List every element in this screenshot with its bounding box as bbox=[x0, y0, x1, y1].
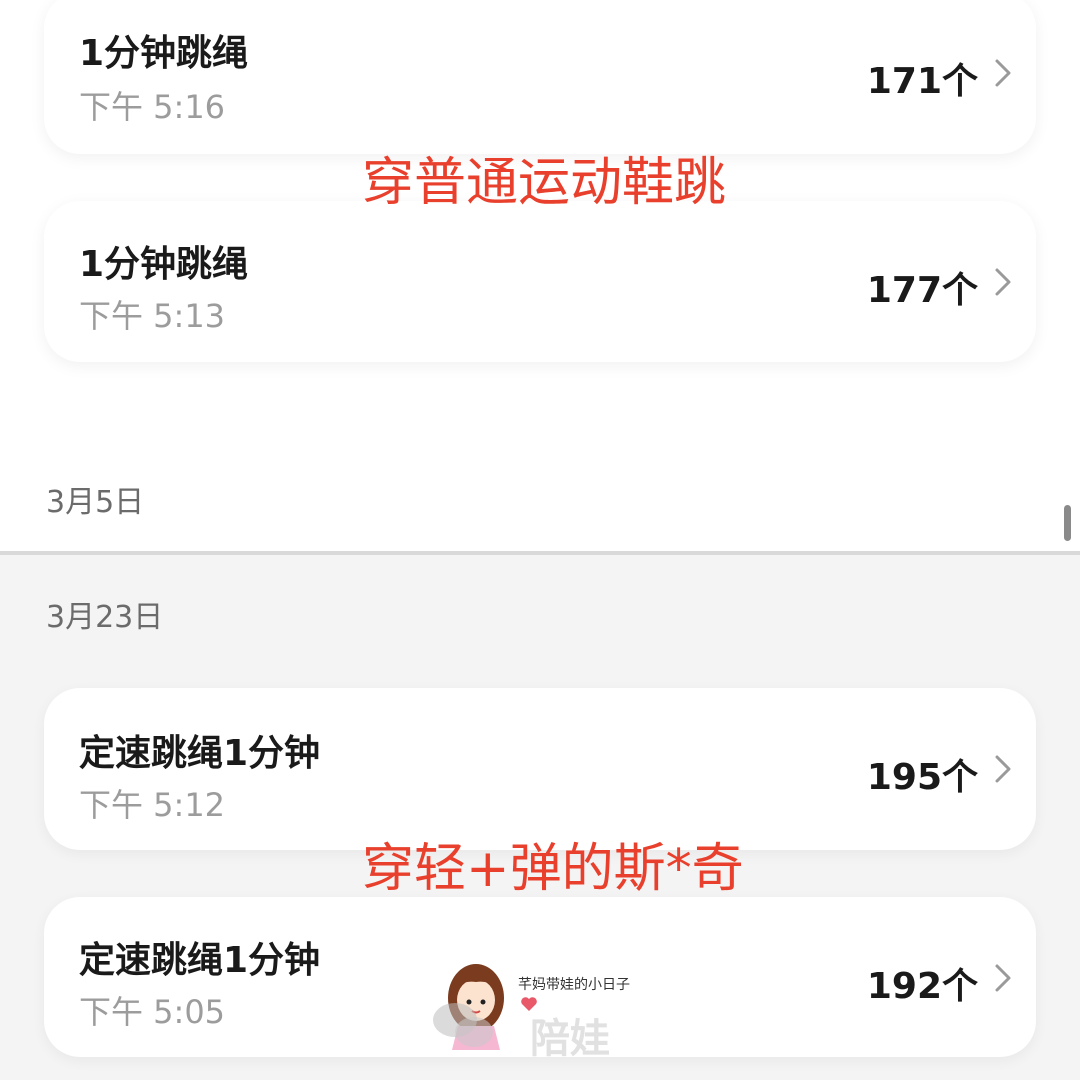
panel-divider bbox=[0, 551, 1080, 555]
chevron-right-icon bbox=[995, 59, 1011, 87]
annotation-bottom: 穿轻+弹的斯*奇 bbox=[362, 839, 744, 899]
record-time: 下午 5:05 bbox=[79, 993, 226, 1031]
record-title: 1分钟跳绳 bbox=[79, 33, 249, 74]
scrollbar-thumb[interactable] bbox=[1064, 505, 1071, 541]
chevron-right-icon bbox=[995, 964, 1011, 992]
date-header: 3月5日 bbox=[46, 485, 145, 520]
record-card[interactable]: 1分钟跳绳 下午 5:13 177个 bbox=[44, 201, 1036, 362]
record-time: 下午 5:16 bbox=[79, 88, 226, 126]
screenshot-panel-top: 1分钟跳绳 下午 5:16 171个 1分钟跳绳 下午 5:13 177个 3月… bbox=[0, 0, 1080, 553]
screenshot-panel-bottom: 3月23日 定速跳绳1分钟 下午 5:12 195个 定速跳绳1分钟 下午 5:… bbox=[0, 556, 1080, 1080]
record-time: 下午 5:13 bbox=[79, 297, 226, 335]
record-count: 195个 bbox=[866, 757, 978, 798]
annotation-top: 穿普通运动鞋跳 bbox=[362, 153, 727, 213]
record-count: 192个 bbox=[866, 966, 978, 1007]
record-time: 下午 5:12 bbox=[79, 786, 226, 824]
wechat-logo-icon bbox=[433, 1003, 493, 1047]
date-header: 3月23日 bbox=[46, 600, 164, 635]
chevron-right-icon bbox=[995, 755, 1011, 783]
record-count: 171个 bbox=[866, 61, 978, 102]
chevron-right-icon bbox=[995, 268, 1011, 296]
record-title: 1分钟跳绳 bbox=[79, 244, 249, 285]
record-count: 177个 bbox=[866, 270, 978, 311]
record-title: 定速跳绳1分钟 bbox=[79, 733, 321, 774]
record-card[interactable]: 1分钟跳绳 下午 5:16 171个 bbox=[44, 0, 1036, 154]
watermark-caption: 芊妈带娃的小日子 bbox=[518, 977, 630, 993]
watermark-brand: 陪娃 bbox=[530, 1016, 610, 1062]
record-title: 定速跳绳1分钟 bbox=[79, 940, 321, 981]
